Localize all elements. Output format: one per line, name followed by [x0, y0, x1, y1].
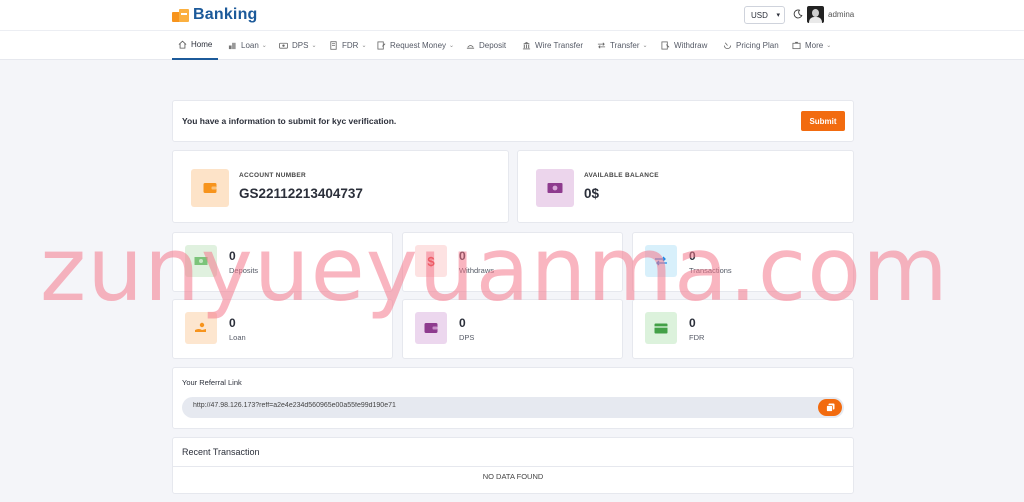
- stat-card-withdraws: $ 0 Withdraws: [402, 232, 623, 292]
- stat-card-dps: 0 DPS: [402, 299, 623, 359]
- nav-label: FDR: [342, 41, 359, 50]
- referral-link-input[interactable]: [193, 402, 753, 409]
- chevron-down-icon: ▾: [776, 12, 780, 19]
- fdr-icon: [330, 41, 337, 50]
- chevron-down-icon: ⌄: [642, 43, 648, 49]
- account-number-value: GS22112213404737: [239, 186, 363, 201]
- nav-pricing-plan[interactable]: Pricing Plan: [723, 31, 779, 60]
- nav-label: Pricing Plan: [736, 41, 779, 50]
- stat-label: Deposits: [229, 266, 259, 275]
- card-icon: [645, 312, 677, 344]
- nav-home[interactable]: Home: [172, 31, 219, 60]
- nav-more[interactable]: More ⌄: [792, 31, 831, 60]
- loan-icon: [228, 42, 236, 50]
- chevron-down-icon: ⌄: [449, 43, 455, 49]
- stat-value: 0: [459, 316, 466, 330]
- stat-label: Transactions: [689, 266, 732, 275]
- recent-transaction-title: Recent Transaction: [182, 447, 260, 457]
- referral-link-field: [182, 397, 844, 418]
- request-money-icon: [377, 41, 386, 50]
- logo-icon: [172, 7, 190, 23]
- stat-value: 0: [229, 249, 236, 263]
- nav-label: Loan: [241, 41, 259, 50]
- stat-label: DPS: [459, 333, 475, 342]
- wallet-icon: [191, 169, 229, 207]
- kyc-alert: You have a information to submit for kyc…: [172, 100, 854, 142]
- transfer-icon: [597, 42, 606, 49]
- home-icon: [178, 40, 187, 49]
- brand-logo[interactable]: Banking: [172, 5, 258, 25]
- kyc-submit-button[interactable]: Submit: [801, 111, 845, 131]
- stat-card-fdr: 0 FDR: [632, 299, 854, 359]
- stat-value: 0: [459, 249, 466, 263]
- chevron-down-icon: ⌄: [826, 43, 832, 49]
- nav-deposit[interactable]: Deposit: [466, 31, 506, 60]
- recent-transaction-card: Recent Transaction NO DATA FOUND: [172, 437, 854, 494]
- withdraw-icon: [661, 41, 670, 50]
- chevron-down-icon: ⌄: [311, 43, 317, 49]
- nav-transfer[interactable]: Transfer ⌄: [597, 31, 648, 60]
- dps-icon: [279, 42, 288, 49]
- copy-icon: [825, 403, 834, 412]
- copy-link-button[interactable]: [818, 399, 842, 416]
- currency-select[interactable]: USD ▾: [744, 6, 785, 24]
- nav-label: Request Money: [390, 41, 447, 50]
- top-header: Banking USD ▾ admina: [0, 0, 1024, 30]
- referral-card: Your Referral Link: [172, 367, 854, 429]
- account-number-label: ACCOUNT NUMBER: [239, 172, 307, 179]
- nav-withdraw[interactable]: Withdraw: [661, 31, 707, 60]
- dollar-icon: $: [415, 245, 447, 277]
- stat-value: 0: [229, 316, 236, 330]
- currency-value: USD: [751, 10, 768, 20]
- stat-label: Loan: [229, 333, 246, 342]
- money-icon: [536, 169, 574, 207]
- brand-name: Banking: [193, 6, 258, 23]
- nav-label: Deposit: [479, 41, 507, 50]
- available-balance-card: AVAILABLE BALANCE 0$: [517, 150, 854, 223]
- nav-label: Withdraw: [674, 41, 708, 50]
- account-number-card: ACCOUNT NUMBER GS22112213404737: [172, 150, 509, 223]
- deposit-icon: [466, 45, 475, 49]
- main-nav: Home Loan ⌄ DPS ⌄ FDR ⌄ Request Money ⌄ Depo…: [0, 30, 1024, 60]
- dark-mode-icon[interactable]: [793, 9, 803, 19]
- kyc-message: You have a information to submit for kyc…: [182, 116, 397, 126]
- divider: [173, 466, 853, 467]
- nav-label: More: [805, 41, 824, 50]
- stat-card-loan: 0 Loan: [172, 299, 393, 359]
- stat-label: FDR: [689, 333, 705, 342]
- nav-loan[interactable]: Loan ⌄: [228, 31, 267, 60]
- nav-label: Wire Transfer: [535, 41, 584, 50]
- nav-label: Home: [191, 40, 213, 49]
- nav-label: Transfer: [610, 41, 640, 50]
- username[interactable]: admina: [828, 10, 854, 19]
- nav-request-money[interactable]: Request Money ⌄: [377, 31, 454, 60]
- bank-icon: [522, 41, 531, 50]
- stat-value: 0: [689, 249, 696, 263]
- stat-value: 0: [689, 316, 696, 330]
- stat-card-deposits: 0 Deposits: [172, 232, 393, 292]
- nav-dps[interactable]: DPS ⌄: [279, 31, 316, 60]
- available-balance-value: 0$: [584, 186, 600, 201]
- nav-fdr[interactable]: FDR ⌄: [329, 31, 366, 60]
- available-balance-label: AVAILABLE BALANCE: [584, 172, 659, 179]
- pricing-icon: [723, 42, 732, 49]
- nav-label: DPS: [292, 41, 309, 50]
- referral-title: Your Referral Link: [182, 378, 242, 387]
- hand-coin-icon: [185, 312, 217, 344]
- chevron-down-icon: ⌄: [261, 43, 267, 49]
- chevron-down-icon: ⌄: [361, 43, 367, 49]
- more-icon: [792, 41, 801, 50]
- cash-icon: [185, 245, 217, 277]
- wallet-icon: [415, 312, 447, 344]
- exchange-icon: [645, 245, 677, 277]
- stat-label: Withdraws: [459, 266, 495, 275]
- avatar[interactable]: [807, 6, 824, 23]
- stat-card-transactions: 0 Transactions: [632, 232, 854, 292]
- nav-wire-transfer[interactable]: Wire Transfer: [522, 31, 583, 60]
- empty-state-text: NO DATA FOUND: [482, 472, 544, 481]
